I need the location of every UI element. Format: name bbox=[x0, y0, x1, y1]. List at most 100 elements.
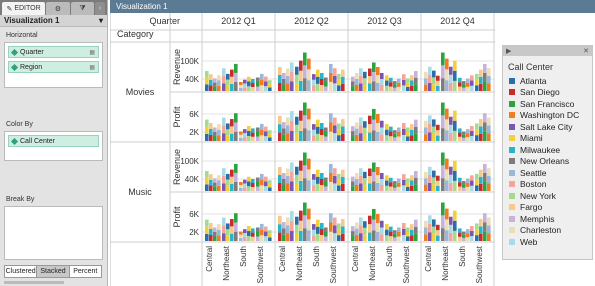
bar-segment[interactable] bbox=[260, 129, 264, 136]
bar-segment[interactable] bbox=[359, 217, 363, 226]
bar-segment[interactable] bbox=[355, 185, 359, 191]
bar-segment[interactable] bbox=[234, 81, 238, 91]
legend-item[interactable]: Fargo bbox=[503, 202, 592, 214]
bar-segment[interactable] bbox=[333, 175, 337, 184]
bar-segment[interactable] bbox=[410, 229, 414, 236]
bar-segment[interactable] bbox=[376, 67, 380, 75]
bar-segment[interactable] bbox=[260, 73, 264, 80]
bar-segment[interactable] bbox=[278, 175, 282, 183]
bar-segment[interactable] bbox=[341, 69, 345, 77]
bar-segment[interactable] bbox=[290, 181, 294, 192]
bar-segment[interactable] bbox=[458, 232, 462, 237]
bar-segment[interactable] bbox=[209, 123, 213, 129]
bar-segment[interactable] bbox=[320, 135, 324, 141]
bar-segment[interactable] bbox=[410, 235, 414, 241]
bar-segment[interactable] bbox=[295, 116, 299, 125]
bar-segment[interactable] bbox=[278, 115, 282, 125]
bar-segment[interactable] bbox=[286, 117, 290, 126]
bar-segment[interactable] bbox=[307, 208, 311, 220]
bar-segment[interactable] bbox=[329, 72, 333, 82]
bar-segment[interactable] bbox=[341, 176, 345, 184]
bar-segment[interactable] bbox=[432, 84, 436, 91]
bar-segment[interactable] bbox=[487, 168, 491, 176]
bar-segment[interactable] bbox=[230, 233, 234, 241]
bar-segment[interactable] bbox=[402, 74, 406, 80]
bar-segment[interactable] bbox=[410, 185, 414, 191]
bar-segment[interactable] bbox=[449, 124, 453, 133]
bar-segment[interactable] bbox=[380, 134, 384, 141]
bar-segment[interactable] bbox=[368, 83, 372, 92]
bar-segment[interactable] bbox=[243, 229, 247, 234]
bar-segment[interactable] bbox=[251, 132, 255, 137]
bar-segment[interactable] bbox=[213, 82, 217, 87]
bar-segment[interactable] bbox=[329, 213, 333, 223]
bar-segment[interactable] bbox=[316, 169, 320, 177]
bar-segment[interactable] bbox=[397, 132, 401, 137]
bar-segment[interactable] bbox=[205, 77, 209, 85]
bar-segment[interactable] bbox=[462, 184, 466, 188]
bar-segment[interactable] bbox=[286, 83, 290, 92]
bar-segment[interactable] bbox=[282, 222, 286, 229]
bar-segment[interactable] bbox=[205, 219, 209, 227]
bar-segment[interactable] bbox=[479, 126, 483, 134]
bar-segment[interactable] bbox=[414, 133, 418, 141]
bar-segment[interactable] bbox=[397, 178, 401, 183]
bar-segment[interactable] bbox=[341, 169, 345, 177]
bar-segment[interactable] bbox=[449, 116, 453, 125]
bar-segment[interactable] bbox=[278, 167, 282, 175]
bar-segment[interactable] bbox=[449, 182, 453, 191]
bar-segment[interactable] bbox=[290, 62, 294, 73]
bar-segment[interactable] bbox=[320, 73, 324, 79]
bar-segment[interactable] bbox=[458, 228, 462, 233]
bar-segment[interactable] bbox=[217, 224, 221, 230]
legend-item[interactable]: Milwaukee bbox=[503, 144, 592, 156]
bar-segment[interactable] bbox=[470, 126, 474, 132]
bar-segment[interactable] bbox=[363, 134, 367, 141]
bar-segment[interactable] bbox=[295, 132, 299, 141]
bar-segment[interactable] bbox=[402, 174, 406, 180]
bar-segment[interactable] bbox=[205, 177, 209, 185]
bar-segment[interactable] bbox=[230, 69, 234, 77]
bar-segment[interactable] bbox=[406, 82, 410, 87]
bar-segment[interactable] bbox=[351, 131, 355, 137]
bar-segment[interactable] bbox=[355, 85, 359, 91]
bar-segment[interactable] bbox=[351, 176, 355, 182]
bar-segment[interactable] bbox=[368, 215, 372, 225]
bar-segment[interactable] bbox=[312, 235, 316, 241]
bar-segment[interactable] bbox=[217, 185, 221, 191]
legend-item[interactable]: Seattle bbox=[503, 167, 592, 179]
bar-segment[interactable] bbox=[286, 76, 290, 84]
bar-segment[interactable] bbox=[432, 177, 436, 185]
bar-segment[interactable] bbox=[205, 233, 209, 241]
bar-segment[interactable] bbox=[312, 229, 316, 236]
bar-segment[interactable] bbox=[483, 81, 487, 91]
bar-segment[interactable] bbox=[299, 170, 303, 181]
bar-segment[interactable] bbox=[222, 83, 226, 91]
bar-segment[interactable] bbox=[458, 86, 462, 91]
bar-segment[interactable] bbox=[462, 181, 466, 185]
bar-segment[interactable] bbox=[380, 234, 384, 241]
bar-segment[interactable] bbox=[414, 219, 418, 227]
bar-segment[interactable] bbox=[337, 129, 341, 136]
bar-segment[interactable] bbox=[312, 224, 316, 230]
bar-segment[interactable] bbox=[247, 181, 251, 187]
bar-segment[interactable] bbox=[414, 84, 418, 91]
bar-segment[interactable] bbox=[385, 223, 389, 230]
bar-segment[interactable] bbox=[380, 79, 384, 85]
bar-segment[interactable] bbox=[303, 102, 307, 116]
bar-segment[interactable] bbox=[260, 235, 264, 241]
bar-segment[interactable] bbox=[449, 74, 453, 83]
bar-segment[interactable] bbox=[355, 228, 359, 235]
bar-segment[interactable] bbox=[307, 58, 311, 70]
bar-segment[interactable] bbox=[359, 133, 363, 141]
bar-segment[interactable] bbox=[483, 113, 487, 123]
bar-segment[interactable] bbox=[363, 227, 367, 235]
bar-segment[interactable] bbox=[445, 80, 449, 91]
bar-segment[interactable] bbox=[470, 231, 474, 237]
bar-segment[interactable] bbox=[414, 177, 418, 185]
bar-segment[interactable] bbox=[406, 86, 410, 91]
bar-segment[interactable] bbox=[264, 186, 268, 191]
bar-segment[interactable] bbox=[282, 122, 286, 129]
bar-segment[interactable] bbox=[432, 77, 436, 85]
bar-segment[interactable] bbox=[424, 127, 428, 135]
